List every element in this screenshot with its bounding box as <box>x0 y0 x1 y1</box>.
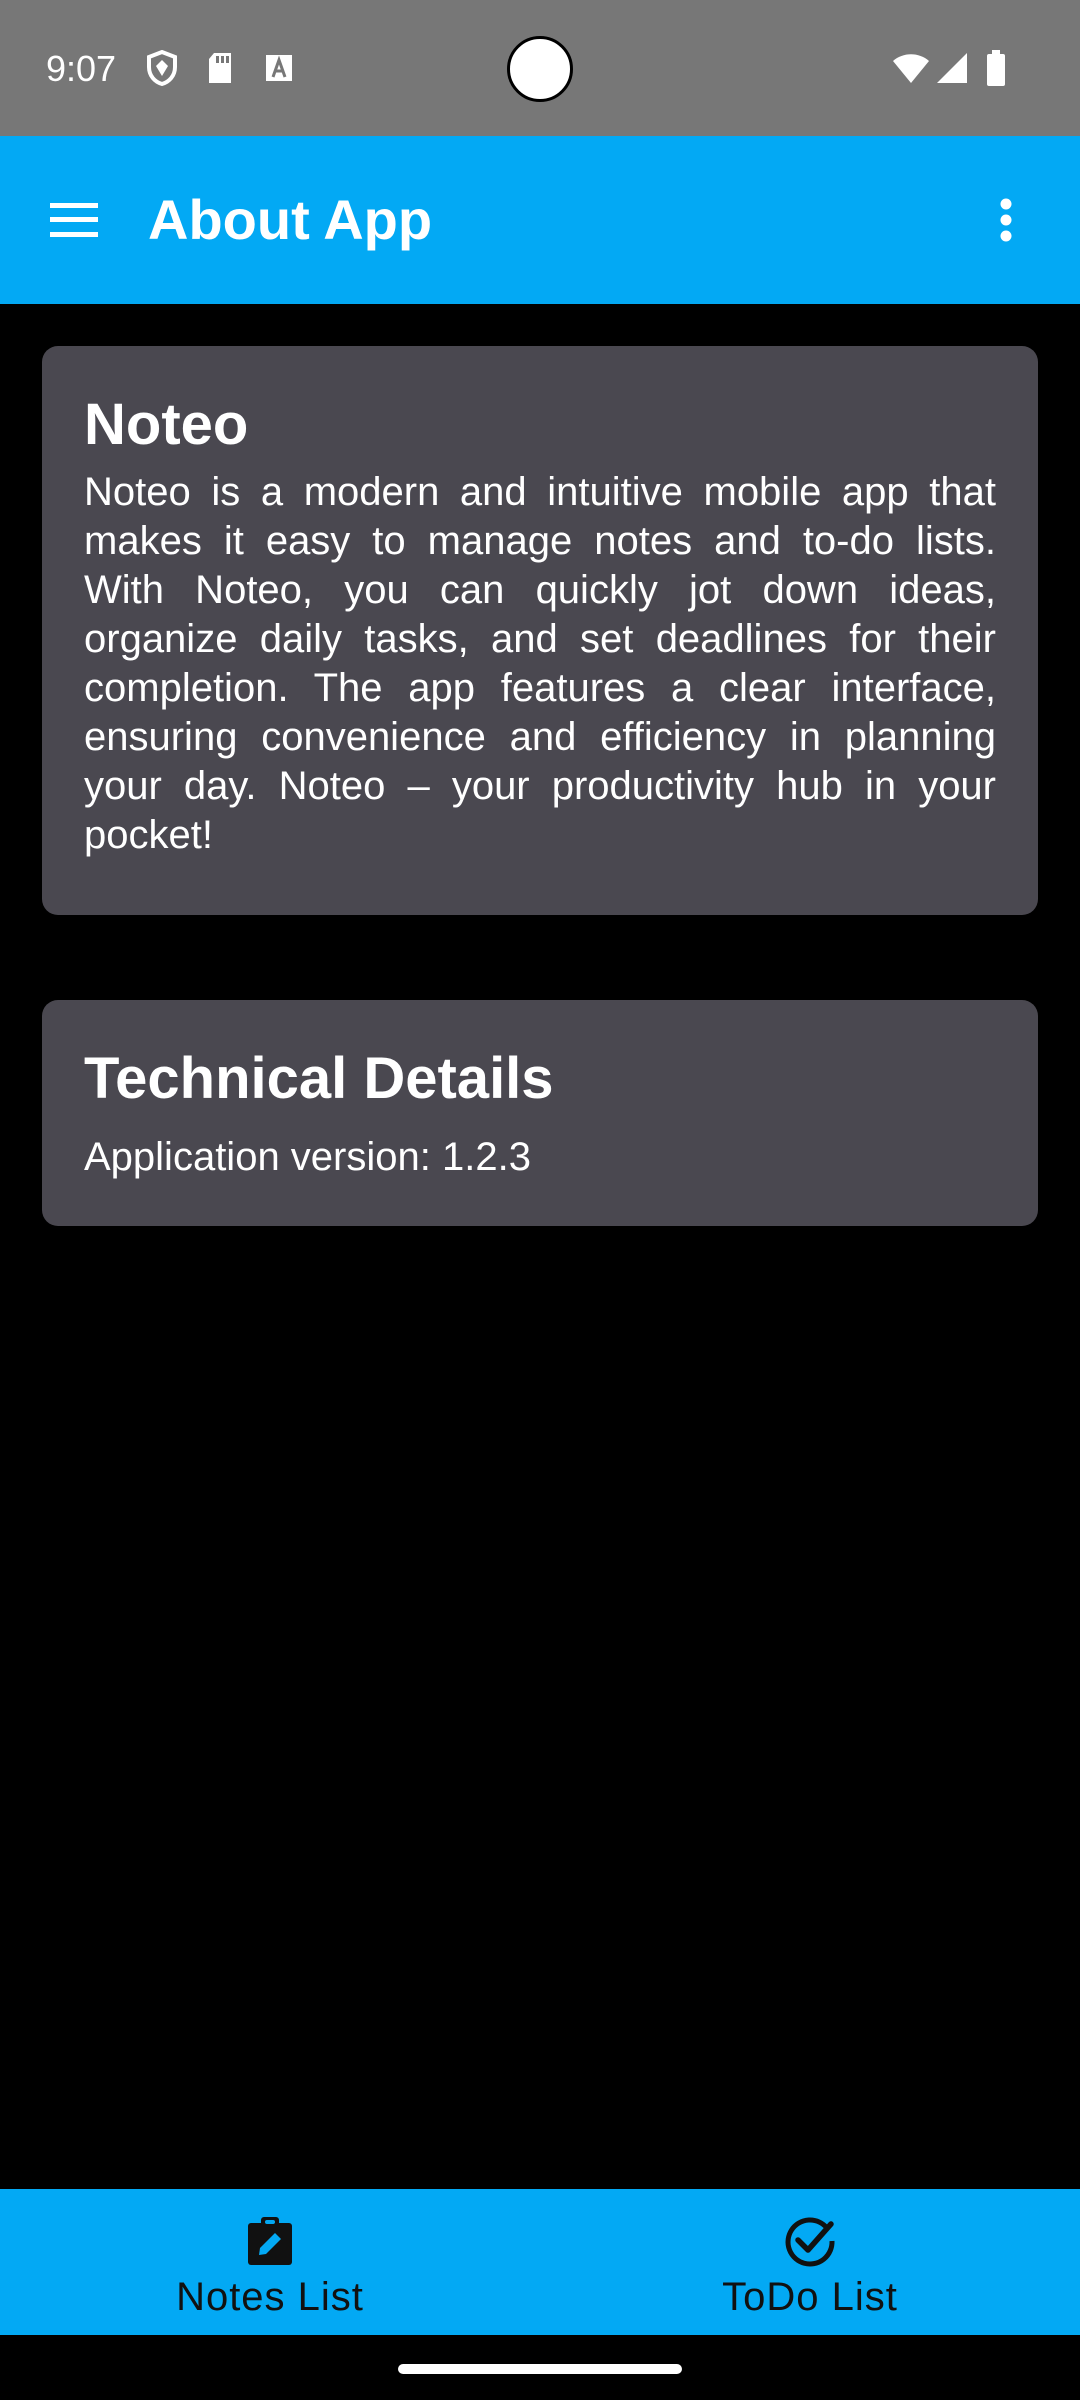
about-card-description: Noteo is a modern and intuitive mobile a… <box>84 470 996 857</box>
wifi-icon <box>890 48 932 88</box>
shield-icon <box>144 48 180 88</box>
about-card: Noteo Noteo is a modern and intuitive mo… <box>42 346 1038 915</box>
edit-clipboard-icon <box>242 2213 298 2269</box>
nav-item-todo-list[interactable]: ToDo List <box>540 2189 1080 2335</box>
bottom-navigation: Notes List ToDo List <box>0 2189 1080 2335</box>
app-bar: About App <box>0 136 1080 304</box>
menu-button[interactable] <box>36 176 112 264</box>
technical-details-title: Technical Details <box>84 1046 554 1111</box>
application-version: Application version: 1.2.3 <box>84 1135 531 1179</box>
nav-label-notes-list: Notes List <box>176 2275 364 2319</box>
gesture-navigation-handle[interactable] <box>398 2364 682 2374</box>
nav-item-notes-list[interactable]: Notes List <box>0 2189 540 2335</box>
more-vert-icon <box>1000 198 1012 242</box>
camera-cutout <box>507 36 573 102</box>
sd-card-icon <box>204 48 236 88</box>
status-time: 9:07 <box>46 48 117 89</box>
check-circle-icon <box>782 2213 838 2269</box>
battery-icon <box>984 48 1008 88</box>
about-card-title: Noteo <box>84 392 249 457</box>
text-a-icon <box>262 48 296 88</box>
page-title: About App <box>148 188 433 251</box>
nav-label-todo-list: ToDo List <box>722 2275 898 2319</box>
status-bar: 9:07 <box>0 0 1080 136</box>
technical-details-card: Technical Details Application version: 1… <box>42 1000 1038 1226</box>
overflow-menu-button[interactable] <box>976 176 1036 264</box>
hamburger-menu-icon <box>50 203 98 237</box>
signal-icon <box>934 48 970 88</box>
